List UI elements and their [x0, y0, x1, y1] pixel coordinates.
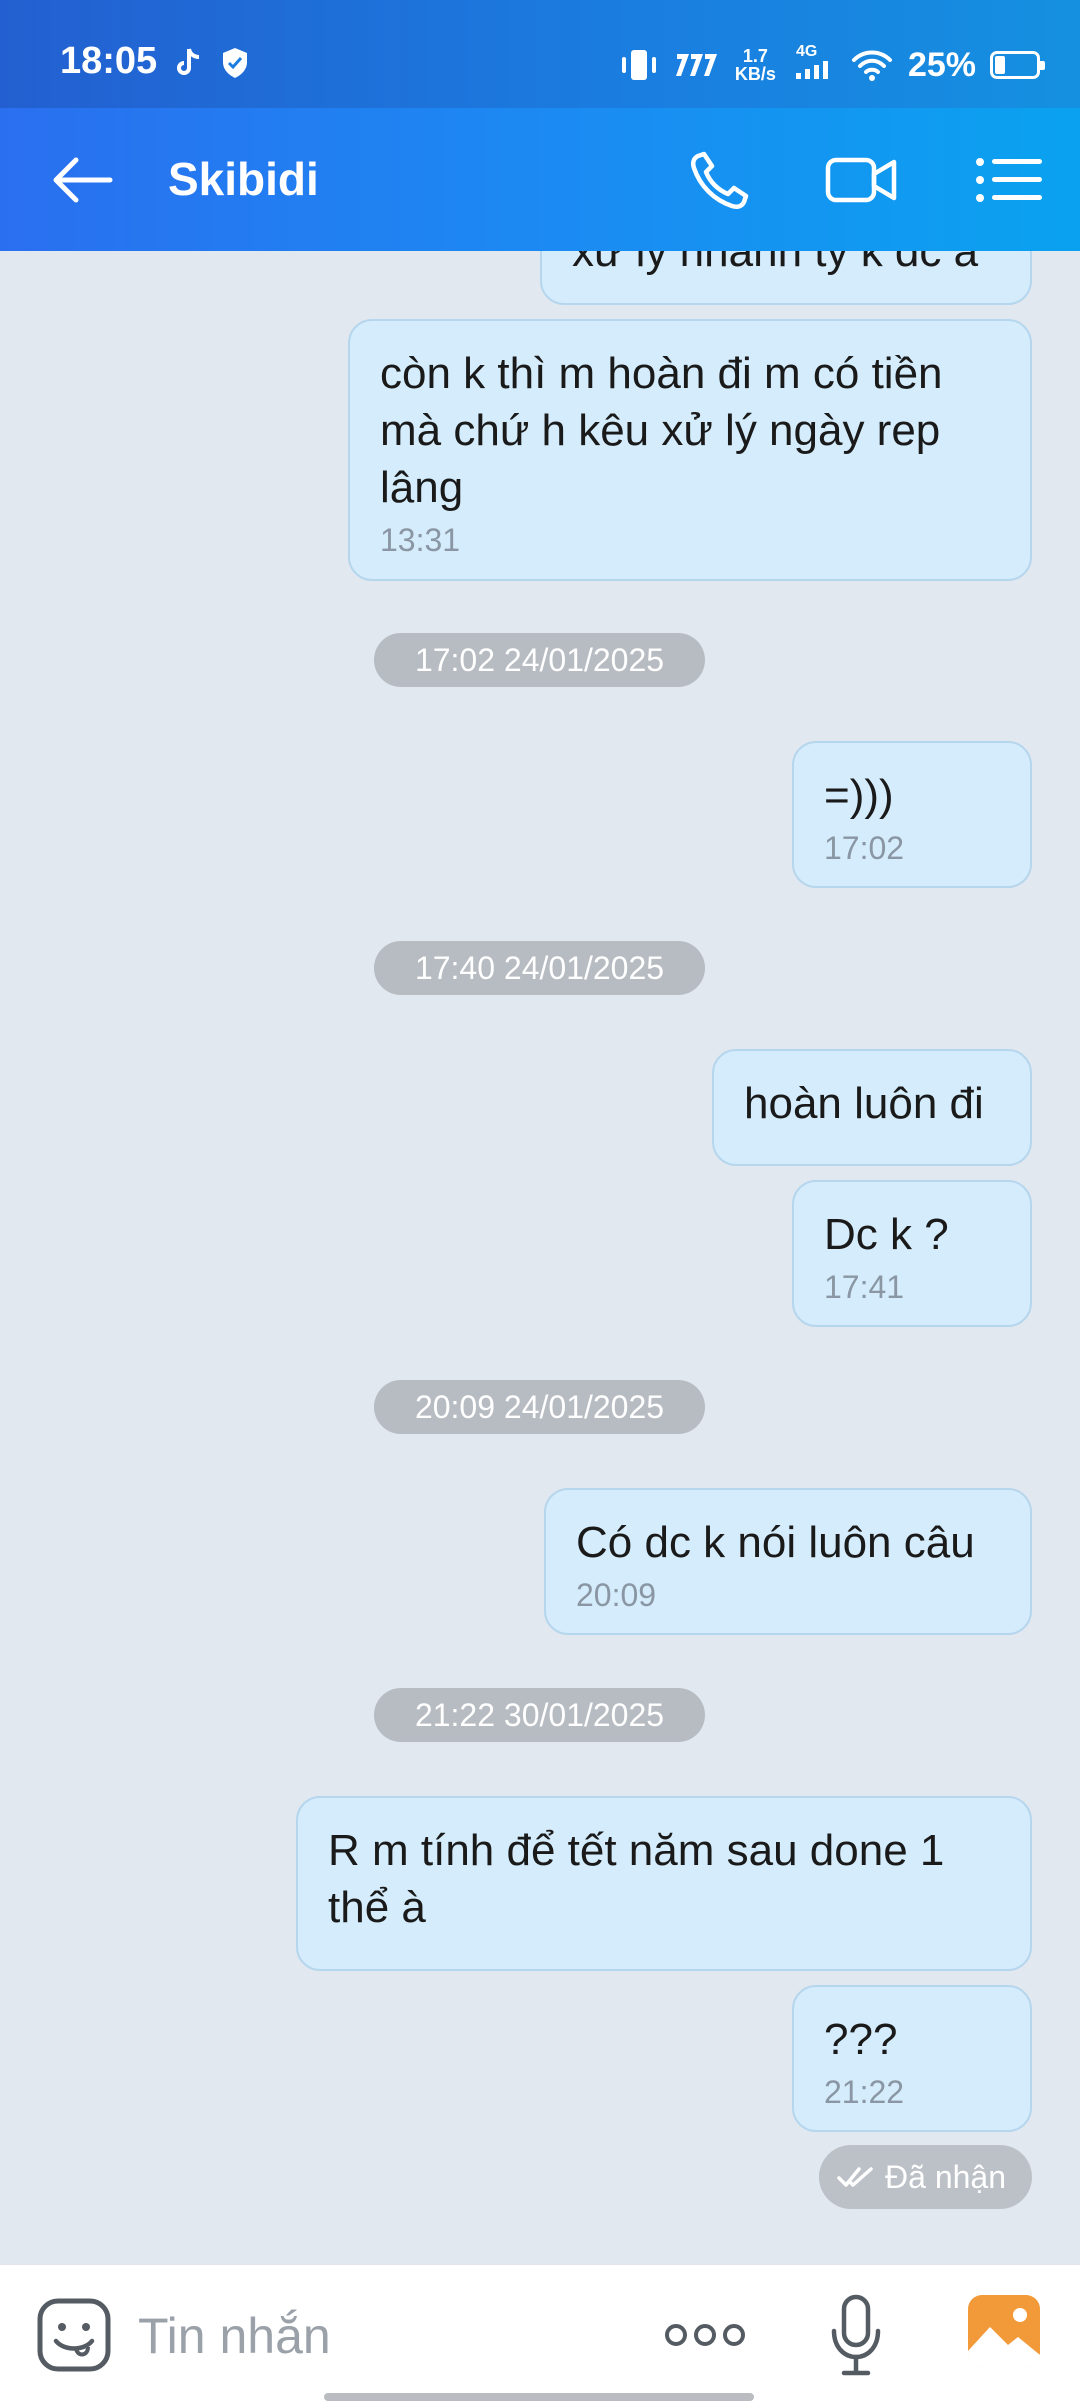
network-speed: 1.7 KB/s	[734, 46, 776, 84]
message-bubble[interactable]: =))) 17:02	[792, 741, 1032, 888]
gallery-image-icon[interactable]	[966, 2293, 1042, 2369]
vibrate-icon	[621, 50, 656, 80]
message-bubble[interactable]: hoàn luôn đi	[712, 1049, 1032, 1166]
status-time: 18:05	[60, 40, 158, 82]
message-time: 17:41	[824, 1269, 905, 1305]
battery-icon	[990, 51, 1045, 79]
date-separator: 21:22 30/01/2025	[374, 1688, 705, 1742]
composer-bar	[0, 2263, 1080, 2408]
more-options-icon[interactable]	[664, 2315, 746, 2355]
delivery-status-label: Đã nhận	[885, 2158, 1006, 2195]
tiktok-icon	[177, 48, 200, 75]
status-bar: 18:05 1.7 KB/s 4G 25%	[0, 0, 1080, 108]
video-camera-icon[interactable]	[824, 146, 898, 214]
date-separator: 17:40 24/01/2025	[374, 941, 705, 995]
message-time: 21:22	[824, 2074, 905, 2110]
message-list[interactable]: xử lý nhanh tý k dc à còn k thì m hoàn đ…	[0, 251, 1080, 2263]
phone-icon[interactable]	[684, 146, 758, 214]
status-right: 1.7 KB/s 4G 25%	[619, 40, 1045, 90]
list-menu-icon[interactable]	[972, 146, 1046, 214]
message-bubble[interactable]: Dc k ? 17:41	[792, 1180, 1032, 1327]
shield-icon	[223, 48, 247, 78]
delivery-status: Đã nhận	[819, 2145, 1032, 2209]
message-bubble[interactable]: Có dc k nói luôn câu 20:09	[544, 1488, 1032, 1635]
battery-percent: 25%	[907, 45, 976, 84]
double-check-icon	[837, 2167, 873, 2187]
signal-icon: 4G	[790, 43, 836, 83]
date-separator: 20:09 24/01/2025	[374, 1380, 705, 1434]
message-time: 20:09	[576, 1577, 657, 1613]
date-separator: 17:02 24/01/2025	[374, 633, 705, 687]
message-bubble[interactable]: ??? 21:22	[792, 1985, 1032, 2132]
contact-name[interactable]: Skibidi	[168, 152, 319, 206]
wifi-icon	[851, 50, 892, 81]
carrier-logo-icon	[675, 54, 717, 76]
microphone-icon[interactable]	[826, 2291, 886, 2379]
home-indicator[interactable]	[324, 2393, 754, 2401]
chat-header: Skibidi	[0, 108, 1080, 251]
message-time: 17:02	[824, 830, 905, 866]
message-bubble[interactable]: xử lý nhanh tý k dc à	[540, 251, 1032, 305]
sticker-emoji-icon[interactable]	[36, 2297, 112, 2373]
message-bubble[interactable]: còn k thì m hoàn đi m có tiền mà chứ h k…	[348, 319, 1032, 581]
message-time: 13:31	[380, 522, 461, 558]
arrow-left-icon[interactable]	[48, 150, 118, 210]
message-bubble[interactable]: R m tính để tết năm sau done 1 thể à	[296, 1796, 1032, 1971]
message-input[interactable]	[138, 2301, 638, 2371]
